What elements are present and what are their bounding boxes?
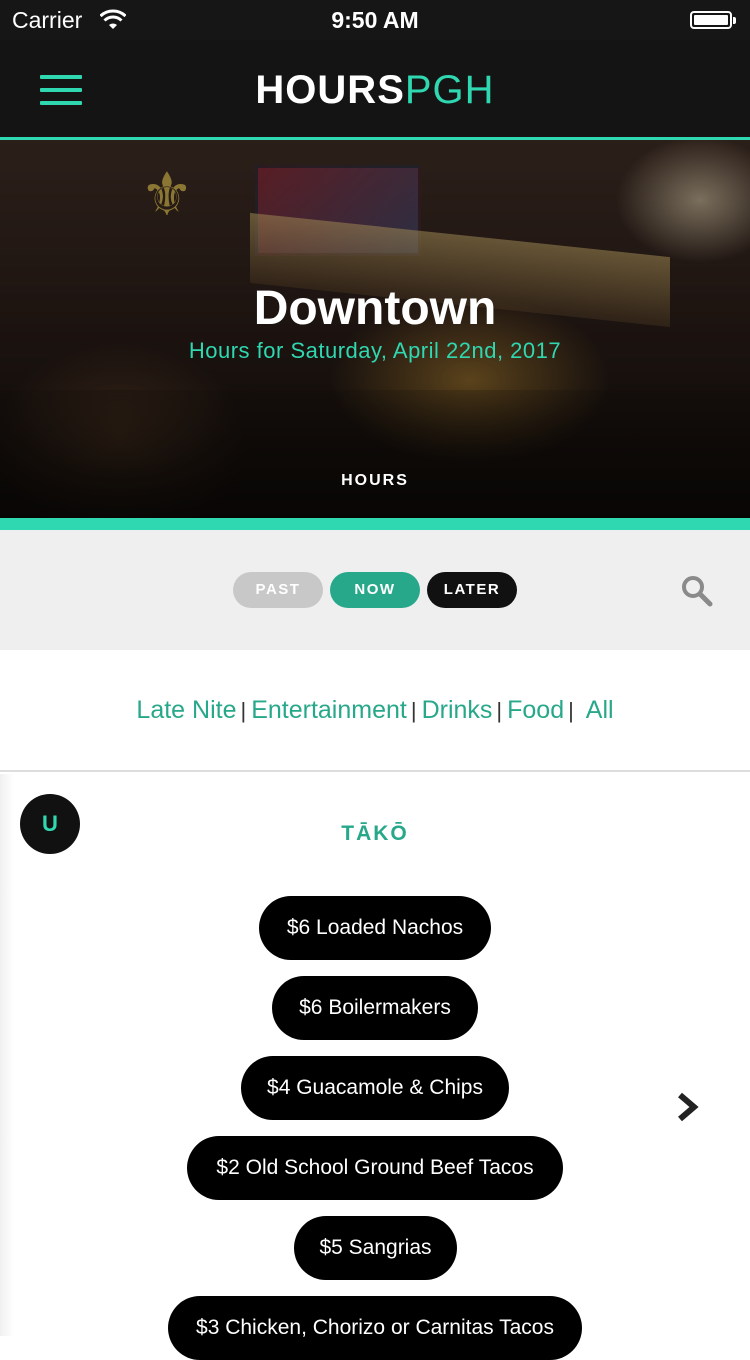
hero-accent-bar xyxy=(0,518,750,530)
logo-main-text: HOURS xyxy=(255,68,405,112)
logo-accent-text: PGH xyxy=(404,68,495,112)
status-bar: Carrier 9:50 AM xyxy=(0,0,750,40)
now-button[interactable]: NOW xyxy=(330,572,420,608)
page-title: Downtown xyxy=(253,282,497,335)
hours-date-subtitle: Hours for Saturday, April 22nd, 2017 xyxy=(188,338,562,363)
deal-item[interactable]: $4 Guacamole & Chips xyxy=(241,1056,509,1120)
search-icon[interactable] xyxy=(680,574,714,608)
deal-item[interactable]: $2 Old School Ground Beef Tacos xyxy=(187,1136,563,1200)
category-filter: Late Nite | Entertainment | Drinks | Food | All xyxy=(0,650,750,772)
time-filter-bar: PAST NOW LATER xyxy=(0,530,750,650)
category-late-nite[interactable]: Late Nite xyxy=(136,696,236,724)
venue-card: U TĀKŌ $6 Loaded Nachos $6 Boilermakers … xyxy=(0,774,750,1360)
category-separator: | xyxy=(568,698,574,723)
category-separator: | xyxy=(240,698,247,723)
battery-icon xyxy=(690,11,736,29)
category-separator: | xyxy=(496,698,503,723)
status-time: 9:50 AM xyxy=(331,7,419,33)
category-all[interactable]: All xyxy=(586,696,614,724)
category-entertainment[interactable]: Entertainment xyxy=(251,696,407,724)
later-button[interactable]: LATER xyxy=(427,572,517,608)
category-food[interactable]: Food xyxy=(507,696,564,724)
chevron-right-icon[interactable] xyxy=(676,1092,700,1122)
tab-hours[interactable]: HOURS xyxy=(0,472,750,490)
category-drinks[interactable]: Drinks xyxy=(422,696,493,724)
deal-item[interactable]: $6 Boilermakers xyxy=(272,976,478,1040)
app-logo: HOURSPGH xyxy=(0,67,750,113)
deal-item[interactable]: $3 Chicken, Chorizo or Carnitas Tacos xyxy=(168,1296,582,1360)
past-button[interactable]: PAST xyxy=(233,572,323,608)
category-separator: | xyxy=(410,698,417,723)
venue-name[interactable]: TĀKŌ xyxy=(0,822,750,846)
app-header: HOURSPGH xyxy=(0,40,750,140)
hero-banner: ⚜ Downtown Hours for Saturday, April 22n… xyxy=(0,140,750,518)
deal-item[interactable]: $6 Loaded Nachos xyxy=(259,896,491,960)
deal-item[interactable]: $5 Sangrias xyxy=(294,1216,457,1280)
